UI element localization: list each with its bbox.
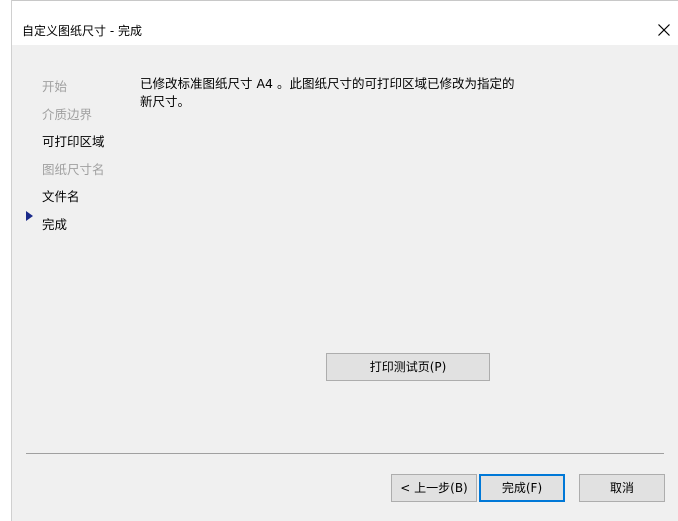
finish-button[interactable]: 完成(F) [479, 474, 565, 502]
print-test-page-button[interactable]: 打印测试页(P) [326, 353, 490, 381]
step-paper-size-name: 图纸尺寸名 [42, 162, 105, 177]
dialog-window: 自定义图纸尺寸 - 完成 开始 介质边界 可打印区域 图纸尺寸名 文件名 完成 … [0, 0, 678, 521]
play-arrow-icon [26, 211, 33, 221]
footer-separator [26, 453, 664, 454]
step-start: 开始 [42, 79, 68, 94]
cancel-button[interactable]: 取消 [579, 474, 665, 502]
step-printable-area: 可打印区域 [42, 134, 105, 149]
title-bar: 自定义图纸尺寸 - 完成 [12, 1, 678, 45]
step-media-margins: 介质边界 [42, 107, 93, 122]
message-line-2: 新尺寸。 [140, 94, 191, 109]
close-icon [658, 24, 670, 36]
back-button[interactable]: < 上一步(B) [391, 474, 477, 502]
step-finish: 完成 [42, 217, 68, 232]
step-file-name: 文件名 [42, 189, 80, 204]
completion-message: 已修改标准图纸尺寸 A4 。此图纸尺寸的可打印区域已修改为指定的 新尺寸。 [140, 75, 520, 111]
message-line-1: 已修改标准图纸尺寸 A4 。此图纸尺寸的可打印区域已修改为指定的 [140, 76, 515, 91]
dialog-content: 开始 介质边界 可打印区域 图纸尺寸名 文件名 完成 已修改标准图纸尺寸 A4 … [12, 45, 678, 521]
window-title: 自定义图纸尺寸 - 完成 [22, 24, 142, 38]
close-button[interactable] [648, 15, 678, 45]
